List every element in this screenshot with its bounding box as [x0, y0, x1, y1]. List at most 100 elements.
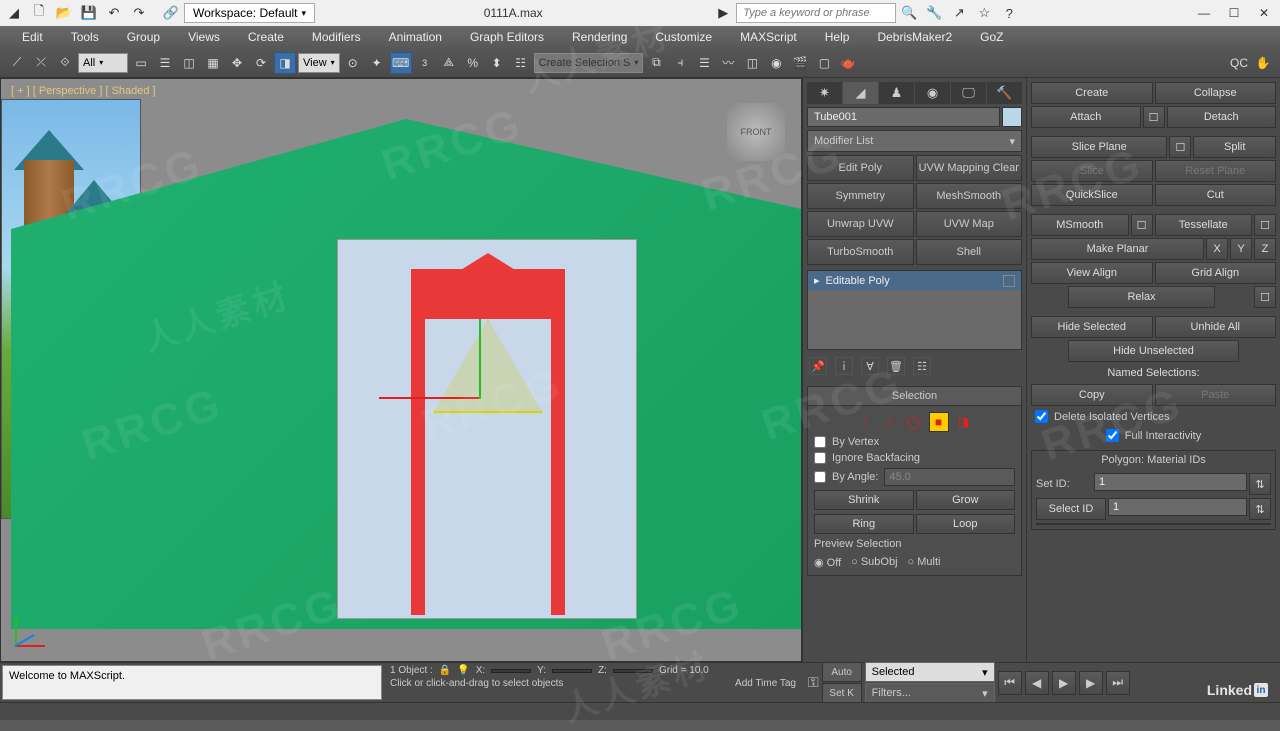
menu-debrismaker[interactable]: DebrisMaker2	[863, 26, 966, 48]
btn-cut[interactable]: Cut	[1155, 184, 1277, 206]
rollout-header[interactable]: Selection	[808, 387, 1021, 406]
redo-icon[interactable]: ↷	[127, 2, 151, 24]
mod-uvw-clear[interactable]: UVW Mapping Clear	[916, 155, 1023, 181]
material-editor-icon[interactable]: ◉	[765, 52, 787, 74]
btn-hide-selected[interactable]: Hide Selected	[1031, 316, 1153, 338]
menu-edit[interactable]: Edit	[8, 26, 57, 48]
menu-help[interactable]: Help	[811, 26, 864, 48]
goto-start-icon[interactable]: ⏮	[998, 671, 1022, 695]
object-name-field[interactable]	[807, 107, 1000, 127]
chk-delete-isolated[interactable]: Delete Isolated Vertices	[1031, 408, 1276, 425]
chk-by-vertex[interactable]: By Vertex	[814, 436, 1015, 448]
btn-split[interactable]: Split	[1193, 136, 1276, 158]
coord-y[interactable]	[552, 669, 592, 673]
tab-display[interactable]: 🖵	[951, 82, 986, 104]
isolate-icon[interactable]: 💡	[457, 665, 469, 676]
chk-full-interactivity[interactable]: Full Interactivity	[1031, 427, 1276, 444]
viewcube[interactable]: FRONT	[727, 103, 785, 161]
spinner-snap-icon[interactable]: ⬍	[486, 52, 508, 74]
btn-collapse[interactable]: Collapse	[1155, 82, 1277, 104]
btn-grid-align[interactable]: Grid Align	[1155, 262, 1277, 284]
menu-graph-editors[interactable]: Graph Editors	[456, 26, 558, 48]
next-frame-icon[interactable]: ▶	[1079, 671, 1103, 695]
tab-hierarchy[interactable]: ♟	[879, 82, 914, 104]
btn-planar-z[interactable]: Z	[1254, 238, 1276, 260]
link-icon[interactable]: 🔗	[159, 2, 183, 24]
undo-icon[interactable]: ↶	[102, 2, 126, 24]
workspace-selector[interactable]: Workspace: Default	[184, 3, 315, 23]
btn-unhide-all[interactable]: Unhide All	[1155, 316, 1277, 338]
app-icon[interactable]: ◢	[2, 2, 26, 24]
viewport-label[interactable]: [ + ] [ Perspective ] [ Shaded ]	[11, 85, 156, 97]
btn-relax-settings[interactable]: ☐	[1254, 286, 1276, 308]
ring-button[interactable]: Ring	[814, 514, 914, 534]
select-name-icon[interactable]: ☰	[154, 52, 176, 74]
curve-editor-icon[interactable]: 〰	[717, 52, 739, 74]
wrench-icon[interactable]: 🔧	[922, 2, 946, 24]
select-scale-icon[interactable]: ◨	[274, 52, 296, 74]
goto-end-icon[interactable]: ⏭	[1106, 671, 1130, 695]
set-id-spin-btn[interactable]: ⇅	[1249, 473, 1271, 495]
btn-attach-settings[interactable]: ☐	[1143, 106, 1165, 128]
subobj-edge[interactable]: ⟋	[881, 413, 899, 431]
gizmo-y-axis[interactable]	[479, 319, 481, 399]
shrink-button[interactable]: Shrink	[814, 490, 914, 510]
play-icon[interactable]: ▶	[711, 2, 735, 24]
menu-maxscript[interactable]: MAXScript	[726, 26, 811, 48]
radio-off[interactable]: ◉ Off	[814, 556, 841, 569]
minimize-button[interactable]: —	[1190, 2, 1218, 24]
viewport-perspective[interactable]: [ + ] [ Perspective ] [ Shaded ] FRONT	[0, 78, 802, 662]
subobj-vertex[interactable]: ⋮	[857, 413, 875, 431]
percent-snap-icon[interactable]: %	[462, 52, 484, 74]
mirror-icon[interactable]: ⧉	[645, 52, 667, 74]
btn-select-id[interactable]: Select ID	[1036, 498, 1106, 520]
key-filter-dropdown[interactable]: Selected	[865, 662, 995, 682]
menu-views[interactable]: Views	[174, 26, 234, 48]
btn-attach[interactable]: Attach	[1031, 106, 1141, 128]
render-setup-icon[interactable]: 🎬	[789, 52, 811, 74]
angle-snap-icon[interactable]: ⟁	[438, 52, 460, 74]
key-filters-button[interactable]: Filters...	[865, 683, 995, 703]
render-frame-icon[interactable]: ▢	[813, 52, 835, 74]
btn-detach[interactable]: Detach	[1167, 106, 1277, 128]
btn-copy[interactable]: Copy	[1031, 384, 1153, 406]
mod-shell[interactable]: Shell	[916, 239, 1023, 265]
subobj-element[interactable]: ◨	[955, 413, 973, 431]
window-crossing-icon[interactable]: ▦	[202, 52, 224, 74]
material-name-field[interactable]	[1036, 523, 1271, 525]
maxscript-listener[interactable]: Welcome to MAXScript.	[2, 665, 382, 700]
named-selection-set[interactable]: Create Selection S	[534, 53, 644, 73]
modifier-list-dropdown[interactable]: Modifier List▾	[807, 130, 1022, 152]
object-color-swatch[interactable]	[1002, 107, 1022, 127]
select-region-icon[interactable]: ◫	[178, 52, 200, 74]
cursor-icon[interactable]: ✋	[1252, 52, 1274, 74]
mod-unwrap[interactable]: Unwrap UVW	[807, 211, 914, 237]
btn-quickslice[interactable]: QuickSlice	[1031, 184, 1153, 206]
btn-planar-x[interactable]: X	[1206, 238, 1228, 260]
auto-key-button[interactable]: Auto	[822, 662, 862, 682]
align-icon[interactable]: ⫞	[669, 52, 691, 74]
btn-relax[interactable]: Relax	[1068, 286, 1215, 308]
grow-button[interactable]: Grow	[916, 490, 1016, 510]
chk-ignore-backfacing[interactable]: Ignore Backfacing	[814, 452, 1015, 464]
gizmo-x-axis[interactable]	[379, 397, 479, 399]
help-icon[interactable]: ?	[997, 2, 1021, 24]
select-link-icon[interactable]: ⟋	[6, 52, 28, 74]
mod-edit-poly[interactable]: Edit Poly	[807, 155, 914, 181]
menu-rendering[interactable]: Rendering	[558, 26, 641, 48]
lock-icon[interactable]: 🔒	[439, 665, 451, 676]
save-icon[interactable]: 💾	[77, 2, 101, 24]
new-icon[interactable]: 🗋	[27, 2, 51, 24]
add-time-tag[interactable]: Add Time Tag	[735, 678, 796, 689]
tab-utilities[interactable]: 🔨	[987, 82, 1022, 104]
qc-label[interactable]: QC	[1228, 52, 1250, 74]
menu-modifiers[interactable]: Modifiers	[298, 26, 375, 48]
btn-planar-y[interactable]: Y	[1230, 238, 1252, 260]
select-id-spinner[interactable]: 1	[1108, 498, 1247, 516]
ref-coord-system[interactable]: View	[298, 53, 340, 73]
btn-msmooth-settings[interactable]: ☐	[1131, 214, 1153, 236]
edit-named-sel-icon[interactable]: ☷	[510, 52, 532, 74]
remove-mod-icon[interactable]: 🗑	[887, 357, 905, 375]
radio-multi[interactable]: ○ Multi	[908, 556, 941, 569]
menu-create[interactable]: Create	[234, 26, 298, 48]
